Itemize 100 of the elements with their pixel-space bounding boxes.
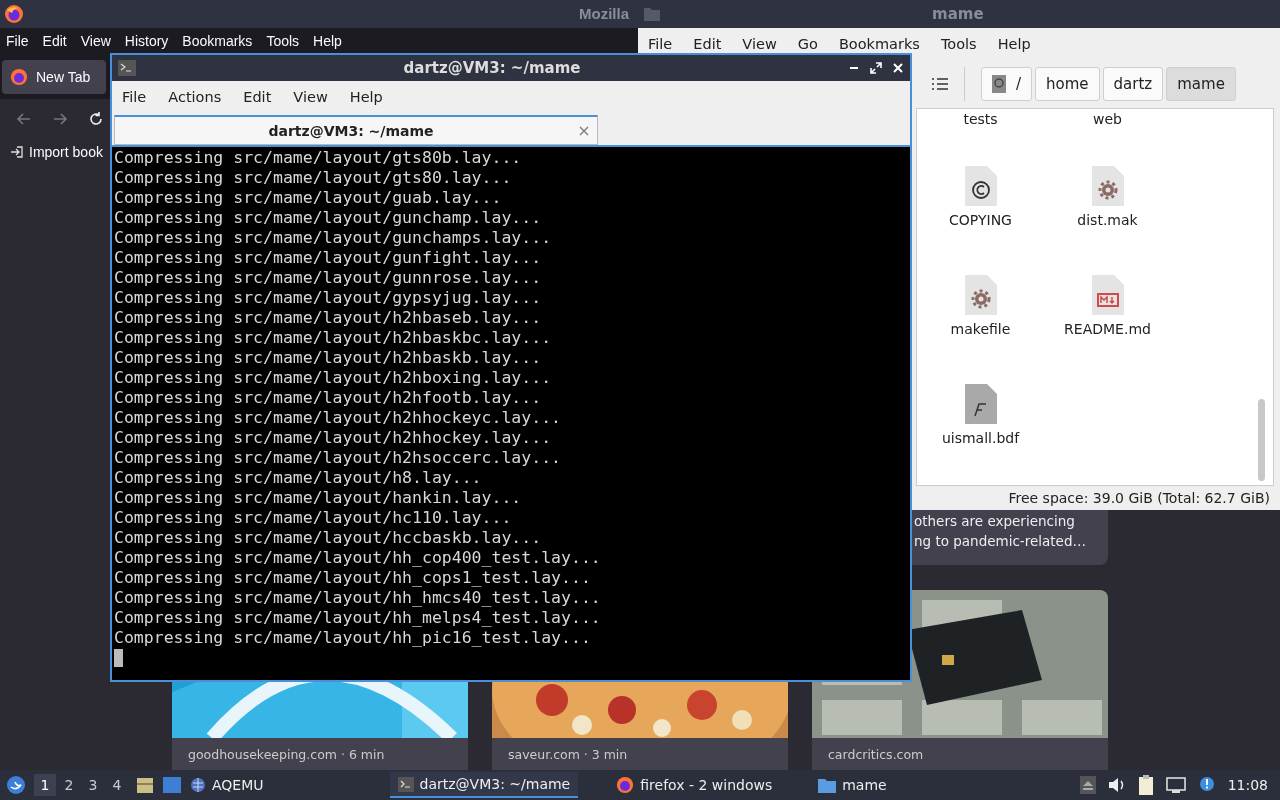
icon-view-entry[interactable]: makefile [917,236,1044,345]
terminal-line: Compressing src/mame/layout/hh_pic16_test.lay... [114,628,592,648]
volume-icon[interactable] [1107,777,1126,793]
menu-item[interactable]: Tools [940,36,977,52]
icon-view-entry[interactable]: web [1044,109,1171,127]
eject-icon[interactable] [1079,776,1096,794]
import-icon [10,145,24,160]
terminal-line: Compressing src/mame/layout/h8.lay... [114,468,483,488]
menu-item[interactable]: Edit [243,88,272,105]
terminal-line: Compressing src/mame/layout/gunchamps.lay... [114,228,553,248]
menu-item[interactable]: Edit [42,32,67,49]
drive-icon [992,75,1006,93]
window-title: dartz@VM3: ~/mame [402,59,582,77]
browser-tab[interactable]: New Tab [2,59,106,94]
menu-item[interactable]: Bookmarks [182,32,253,49]
menu-item[interactable]: View [742,36,777,52]
icon-view-entry[interactable]: uismall.bdf [917,345,1044,454]
task-button[interactable]: firefox - 2 windows [608,772,781,798]
launcher-button[interactable]: AQEMU [190,777,264,793]
markdown-file-icon [1091,275,1124,315]
copyright-file-icon [964,166,997,206]
menu-item[interactable]: Edit [693,36,722,52]
folder-icon [818,777,837,793]
clock: 11:08 [1227,777,1268,793]
terminal-line: Compressing src/mame/layout/gypsyjug.lay... [114,288,543,308]
bookmark-item[interactable]: Import book [10,144,103,161]
terminal-line: Compressing src/mame/layout/guab.lay... [114,188,503,208]
terminal-icon [118,60,136,76]
menu-item[interactable]: File [122,88,147,105]
workspace-button[interactable]: 2 [58,774,80,796]
terminal-line: Compressing src/mame/layout/gunchamp.lay... [114,208,543,228]
icon-view-entry[interactable]: tests [917,109,1044,127]
card-caption-bar[interactable]: saveur.com · 3 min [492,738,788,770]
menu-item[interactable]: View [80,32,111,49]
terminal-tab[interactable]: dartz@VM3: ~/mame [114,115,598,145]
path-button[interactable]: dartz [1102,67,1164,101]
path-button[interactable]: home [1035,67,1100,101]
file-cabinet-icon[interactable] [136,776,154,794]
terminal-line: Compressing src/mame/layout/hh_cops1_test.lay... [114,568,592,588]
icon-view-entry[interactable]: COPYING [917,127,1044,236]
terminal-line: Compressing src/mame/layout/hh_cop400_test.lay... [114,548,602,568]
menu-item[interactable]: History [124,32,169,49]
card-caption-bar[interactable]: goodhousekeeping.com · 6 min [172,738,468,770]
terminal-line: Compressing src/mame/layout/gts80b.lay... [114,148,523,168]
path-button[interactable]: / [981,67,1033,101]
task-button[interactable]: mame [810,772,895,798]
menu-item[interactable]: Actions [168,88,222,105]
terminal-line: Compressing src/mame/layout/h2hsoccerc.lay... [114,448,563,468]
workspace-button[interactable]: 3 [82,774,104,796]
window-icon[interactable] [162,776,182,794]
terminal-line: Compressing src/mame/layout/hh_melps4_test.lay... [114,608,602,628]
reload-icon[interactable] [88,111,104,128]
menu-item[interactable]: File [6,32,29,49]
story-source: goodhousekeeping.com · 6 min [187,746,386,762]
window-title: Mozilla [579,5,629,23]
window-title: mame [932,5,984,23]
card-caption-bar[interactable]: cardcritics.com [812,738,1108,770]
fox-logo-icon [616,776,635,794]
terminal-line: Compressing src/mame/layout/hc110.lay... [114,508,513,528]
story-source: saveur.com · 3 min [507,746,629,762]
terminal-line: Compressing src/mame/layout/h2hhockey.lay... [114,428,553,448]
terminal-line: Compressing src/mame/layout/hh_hmcs40_test.lay... [114,588,602,608]
workspace-button[interactable]: 1 [34,774,56,796]
status-text: Free space: 39.0 GiB (Total: 62.7 GiB) [1008,490,1270,506]
menu-item[interactable]: Bookmarks [838,36,920,52]
menu-item[interactable]: File [648,36,673,52]
terminal-line: Compressing src/mame/layout/hccbaskb.lay... [114,528,543,548]
fox-logo-icon [10,67,28,86]
menu-item[interactable]: Help [349,88,383,105]
terminal-line: Compressing src/mame/layout/h2hbaseb.lay... [114,308,543,328]
terminal-line: Compressing src/mame/layout/gunfight.lay... [114,248,543,268]
menu-item[interactable]: Go [797,36,818,52]
font-file-icon [964,384,997,424]
network-icon[interactable] [1165,777,1186,793]
gear-file-icon [964,275,997,315]
story-text: others are experiencing [914,512,1076,531]
terminal-line: Compressing src/mame/layout/gts80.lay... [114,168,513,188]
menu-item[interactable]: Help [997,36,1031,52]
folder-icon [644,7,660,21]
terminal-line: Compressing src/mame/layout/h2hbaskb.lay... [114,348,543,368]
menu-item[interactable]: Help [313,32,342,49]
menu-item[interactable]: Tools [266,32,300,49]
workspace-button[interactable]: 4 [106,774,128,796]
path-button[interactable]: mame [1166,67,1236,101]
terminal-line: Compressing src/mame/layout/gunnrose.lay... [114,268,543,288]
scrollbar[interactable] [1258,399,1265,481]
terminal-icon [397,776,414,792]
list-view-icon[interactable] [932,78,948,90]
maximize-icon[interactable] [870,62,882,74]
icon-view-entry[interactable]: dist.mak [1044,127,1171,236]
menu-item[interactable]: View [293,88,328,105]
clipboard-icon[interactable] [1137,775,1154,795]
task-button[interactable]: dartz@VM3: ~/mame [389,772,579,798]
gear-file-icon [1091,166,1124,206]
fox-logo-icon [4,3,24,24]
terminal-line: Compressing src/mame/layout/hankin.lay... [114,488,523,508]
start-menu-icon[interactable] [6,775,26,795]
notification-icon[interactable] [1197,776,1216,794]
story-card[interactable]: others are experiencing ng to pandemic-related… [912,510,1108,565]
icon-view-entry[interactable]: README.md [1044,236,1171,345]
